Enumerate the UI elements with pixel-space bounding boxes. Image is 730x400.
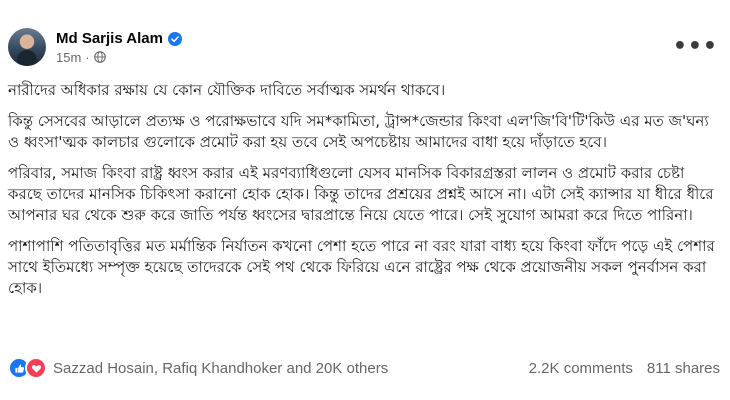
avatar[interactable]: [8, 28, 46, 66]
globe-icon[interactable]: [93, 51, 106, 63]
reactions-summary[interactable]: Sazzad Hosain, Rafiq Khandhoker and 20K …: [8, 357, 388, 379]
shares-count[interactable]: 811 shares: [647, 360, 720, 377]
timestamp-row: 15m ·: [56, 50, 182, 65]
reaction-names[interactable]: Sazzad Hosain, Rafiq Khandhoker and 20K …: [53, 360, 388, 377]
comments-count[interactable]: 2.2K comments: [529, 360, 633, 377]
post-time[interactable]: 15m: [56, 50, 81, 65]
post-footer: Sazzad Hosain, Rafiq Khandhoker and 20K …: [8, 357, 720, 379]
post-paragraph: পরিবার, সমাজ কিংবা রাষ্ট্র ধ্বংস করার এই…: [8, 164, 714, 224]
love-reaction-icon: [25, 357, 47, 379]
post-meta: Md Sarjis Alam 15m ·: [56, 30, 182, 65]
post-body: নারীদের অধিকার রক্ষায় যে কোন যৌক্তিক দা…: [8, 80, 718, 309]
facebook-post: Md Sarjis Alam 15m · ••• নারীদের অধিকার …: [0, 0, 730, 400]
post-paragraph: নারীদের অধিকার রক্ষায় যে কোন যৌক্তিক দা…: [8, 81, 446, 99]
separator-dot: ·: [85, 49, 90, 65]
post-paragraph: পাশাপাশি পতিতাবৃত্তির মত মর্মান্তিক নির্…: [8, 237, 715, 297]
author-name[interactable]: Md Sarjis Alam: [56, 30, 163, 47]
more-options-icon[interactable]: •••: [673, 36, 718, 58]
verified-badge-icon: [167, 31, 182, 46]
engagement-stats: 2.2K comments 811 shares: [515, 360, 720, 377]
post-paragraph: কিন্তু সেসবের আড়ালে প্রত্যক্ষ ও পরোক্ষভ…: [8, 112, 709, 151]
post-header: Md Sarjis Alam 15m ·: [8, 28, 182, 66]
author-row: Md Sarjis Alam: [56, 30, 182, 47]
